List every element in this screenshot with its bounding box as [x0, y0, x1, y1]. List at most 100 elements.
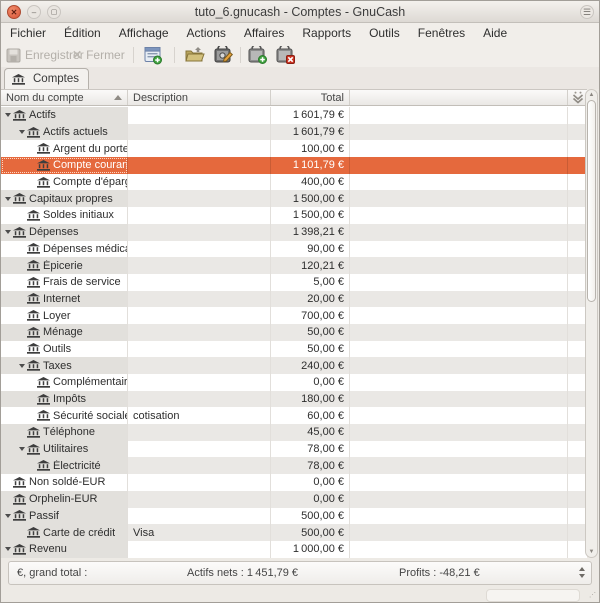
account-row[interactable]: Compte courant 1 101,79 € [1, 157, 587, 174]
account-name-cell[interactable]: Dépenses [1, 224, 128, 241]
account-row[interactable]: Ménage 50,00 € [1, 324, 587, 341]
expander-icon[interactable] [27, 163, 37, 167]
expander-icon[interactable] [17, 280, 27, 284]
account-description-cell[interactable] [128, 207, 271, 224]
expander-icon[interactable] [27, 380, 37, 384]
account-row[interactable]: Orphelin-EUR 0,00 € [1, 491, 587, 508]
account-row[interactable]: Impôts 180,00 € [1, 391, 587, 408]
account-name-cell[interactable]: Internet [1, 291, 128, 308]
expander-icon[interactable] [17, 297, 27, 301]
account-row[interactable]: Carte de crédit Visa 500,00 € [1, 524, 587, 541]
account-description-cell[interactable] [128, 157, 271, 174]
account-name-cell[interactable]: Ménage [1, 324, 128, 341]
account-row[interactable]: Revenu 1 000,00 € [1, 541, 587, 558]
account-name-cell[interactable]: Téléphone [1, 424, 128, 441]
expander-icon[interactable] [3, 197, 13, 201]
expander-icon[interactable] [17, 264, 27, 268]
expander-icon[interactable] [3, 113, 13, 117]
account-description-cell[interactable] [128, 374, 271, 391]
expander-icon[interactable] [17, 447, 27, 451]
expander-icon[interactable] [17, 130, 27, 134]
account-description-cell[interactable] [128, 307, 271, 324]
account-description-cell[interactable] [128, 424, 271, 441]
column-header-total[interactable]: Total [271, 90, 350, 105]
account-name-cell[interactable]: Argent du porte-mo [1, 140, 128, 157]
expander-icon[interactable] [27, 464, 37, 468]
account-name-cell[interactable]: Complémentaire m [1, 374, 128, 391]
expander-icon[interactable] [3, 547, 13, 551]
account-row[interactable]: Actifs actuels 1 601,79 € [1, 124, 587, 141]
menu-outils[interactable]: Outils [360, 23, 409, 43]
account-description-cell[interactable] [128, 274, 271, 291]
expander-icon[interactable] [3, 230, 13, 234]
account-description-cell[interactable] [128, 341, 271, 358]
delete-account-button[interactable] [272, 44, 298, 66]
account-name-cell[interactable]: Non soldé-EUR [1, 474, 128, 491]
account-name-cell[interactable]: Compte courant [1, 157, 128, 174]
account-row[interactable]: Dépenses médicales 90,00 € [1, 241, 587, 258]
account-name-cell[interactable]: Actifs [1, 107, 128, 124]
account-description-cell[interactable] [128, 457, 271, 474]
account-description-cell[interactable] [128, 174, 271, 191]
menu-actions[interactable]: Actions [178, 23, 235, 43]
account-name-cell[interactable]: Impôts [1, 391, 128, 408]
account-description-cell[interactable] [128, 357, 271, 374]
expander-icon[interactable] [27, 180, 37, 184]
account-description-cell[interactable] [128, 541, 271, 558]
account-name-cell[interactable]: Électricité [1, 457, 128, 474]
account-description-cell[interactable] [128, 224, 271, 241]
menu-aide[interactable]: Aide [474, 23, 516, 43]
account-name-cell[interactable]: Utilitaires [1, 441, 128, 458]
account-name-cell[interactable]: Passif [1, 508, 128, 525]
account-row[interactable]: Argent du porte-mo 100,00 € [1, 140, 587, 157]
expander-icon[interactable] [17, 347, 27, 351]
expander-icon[interactable] [17, 430, 27, 434]
account-description-cell[interactable] [128, 441, 271, 458]
account-name-cell[interactable]: Loyer [1, 307, 128, 324]
account-row[interactable]: Téléphone 45,00 € [1, 424, 587, 441]
open-account-button[interactable] [182, 44, 208, 66]
scroll-down-icon[interactable]: ▼ [586, 549, 597, 555]
account-row[interactable]: Compte d'épargne 400,00 € [1, 174, 587, 191]
account-row[interactable]: Électricité 78,00 € [1, 457, 587, 474]
window-menu-icon[interactable]: ☰ [580, 5, 594, 19]
resize-grip[interactable]: ⋰ [589, 592, 597, 600]
account-name-cell[interactable]: Sécurité sociale [1, 407, 128, 424]
account-name-cell[interactable]: Frais de service [1, 274, 128, 291]
menu-fichier[interactable]: Fichier [1, 23, 55, 43]
account-description-cell[interactable] [128, 190, 271, 207]
account-description-cell[interactable] [128, 241, 271, 258]
account-name-cell[interactable]: Orphelin-EUR [1, 491, 128, 508]
new-invoice-button[interactable] [140, 44, 166, 66]
account-row[interactable]: Actifs 1 601,79 € [1, 107, 587, 124]
titlebar[interactable]: ✕ – ▢ tuto_6.gnucash - Comptes - GnuCash… [1, 1, 599, 23]
menu-affichage[interactable]: Affichage [110, 23, 178, 43]
account-description-cell[interactable] [128, 107, 271, 124]
account-row[interactable]: Frais de service 5,00 € [1, 274, 587, 291]
account-row[interactable]: Complémentaire m 0,00 € [1, 374, 587, 391]
expander-icon[interactable] [3, 497, 13, 501]
expander-icon[interactable] [3, 480, 13, 484]
expander-icon[interactable] [3, 514, 13, 518]
account-row[interactable]: Taxes 240,00 € [1, 357, 587, 374]
account-row[interactable]: Utilitaires 78,00 € [1, 441, 587, 458]
account-description-cell[interactable] [128, 124, 271, 141]
expander-icon[interactable] [27, 397, 37, 401]
account-name-cell[interactable]: Carte de crédit [1, 524, 128, 541]
account-name-cell[interactable]: Outils [1, 341, 128, 358]
expander-icon[interactable] [17, 247, 27, 251]
account-description-cell[interactable] [128, 257, 271, 274]
account-row[interactable]: Passif 500,00 € [1, 508, 587, 525]
new-account-button[interactable] [244, 44, 270, 66]
account-description-cell[interactable]: cotisation [128, 407, 271, 424]
menu-edition[interactable]: Édition [55, 23, 110, 43]
account-row[interactable]: Dépenses 1 398,21 € [1, 224, 587, 241]
account-name-cell[interactable]: Taxes [1, 357, 128, 374]
account-name-cell[interactable]: Soldes initiaux [1, 207, 128, 224]
account-description-cell[interactable] [128, 291, 271, 308]
expander-icon[interactable] [17, 314, 27, 318]
column-header-description[interactable]: Description [128, 90, 271, 105]
account-row[interactable]: Capitaux propres 1 500,00 € [1, 190, 587, 207]
account-description-cell[interactable] [128, 474, 271, 491]
account-row[interactable]: Épicerie 120,21 € [1, 257, 587, 274]
